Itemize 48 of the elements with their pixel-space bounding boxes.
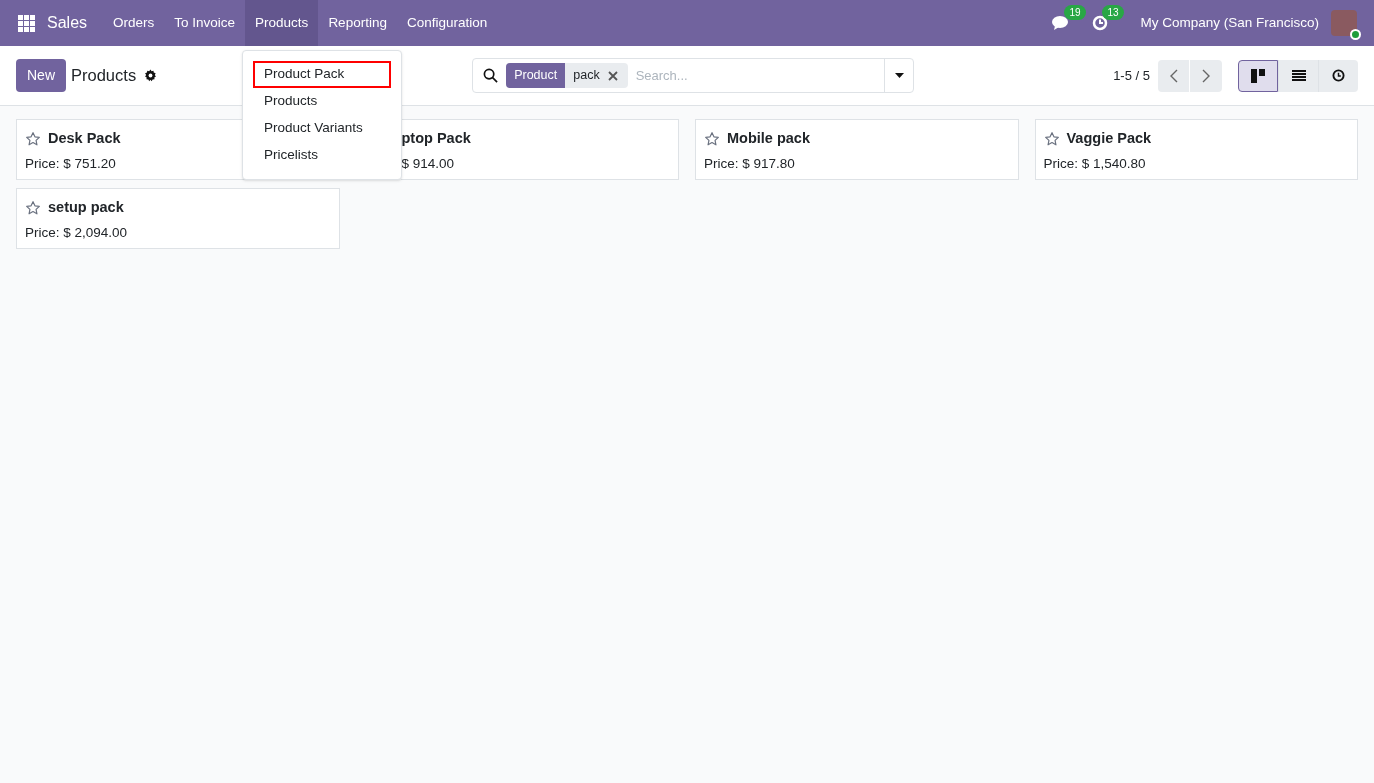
product-card[interactable]: Mobile pack Price: $ 917.80 <box>695 119 1019 180</box>
gear-icon[interactable] <box>144 69 158 82</box>
star-icon[interactable] <box>25 130 41 147</box>
product-card[interactable]: setup pack Price: $ 2,094.00 <box>16 188 340 249</box>
chevron-right-icon <box>1202 68 1210 83</box>
menu-item[interactable]: Configuration <box>396 0 498 46</box>
menu-item[interactable]: Products <box>245 0 319 46</box>
chevron-left-icon <box>1169 68 1178 83</box>
star-icon[interactable] <box>25 199 41 216</box>
search-field[interactable]: Product pack Search... <box>472 58 915 93</box>
filter-facet[interactable]: Product pack <box>506 63 628 88</box>
product-name: ptop Pack <box>401 129 471 148</box>
apps-menu-icon[interactable] <box>18 14 35 32</box>
product-price: Price: $ 751.20 <box>25 154 116 173</box>
company-name[interactable]: My Company (San Francisco) <box>1140 12 1319 34</box>
dropdown-item[interactable]: Products <box>253 88 391 115</box>
product-name: Vaggie Pack <box>1066 129 1152 148</box>
star-icon[interactable] <box>1043 130 1060 147</box>
clock-icon[interactable] <box>1092 15 1109 31</box>
view-switch-button[interactable] <box>1238 59 1278 92</box>
list-icon <box>1291 69 1306 82</box>
search-icon[interactable] <box>483 68 499 83</box>
star-icon[interactable] <box>704 130 720 147</box>
menu-item[interactable]: To Invoice <box>164 0 246 46</box>
product-price: Price: $ 917.80 <box>704 154 795 173</box>
facet-label: Product <box>506 63 566 88</box>
product-name: setup pack <box>48 198 124 217</box>
app-name[interactable]: Sales <box>47 11 88 35</box>
pager-value[interactable]: 1-5 / 5 <box>1113 65 1150 86</box>
new-button[interactable]: New <box>16 59 66 92</box>
message-count-badge: 19 <box>1064 5 1086 20</box>
dropdown-item[interactable]: Product Pack <box>253 61 391 88</box>
menu-item[interactable]: Reporting <box>318 0 397 46</box>
product-price: $ 914.00 <box>401 154 455 173</box>
product-price: Price: $ 1,540.80 <box>1043 154 1146 173</box>
page-title: Products <box>71 65 137 87</box>
kanban-icon <box>1251 68 1265 83</box>
facet-value: pack <box>572 67 601 85</box>
product-name: Desk Pack <box>48 129 121 148</box>
product-price: Price: $ 2,094.00 <box>25 223 128 242</box>
product-card[interactable]: ptop Pack $ 914.00 <box>400 119 679 180</box>
caret-icon <box>894 73 904 78</box>
product-name: Mobile pack <box>727 129 810 148</box>
clock-icon <box>1332 69 1345 82</box>
menu-item[interactable]: Orders <box>103 0 165 46</box>
close-icon[interactable] <box>607 70 618 81</box>
activity-count-badge: 13 <box>1102 5 1124 20</box>
product-card[interactable]: Vaggie Pack Price: $ 1,540.80 <box>1034 119 1358 180</box>
